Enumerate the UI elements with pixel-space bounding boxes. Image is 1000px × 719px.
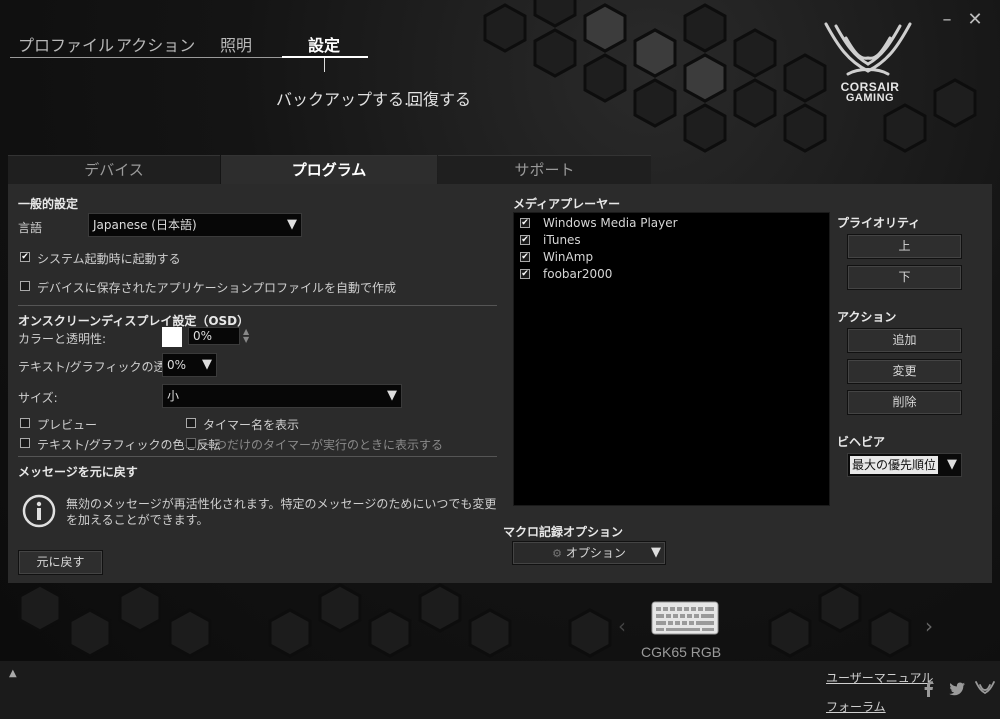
logo-text-gaming: GAMING (845, 92, 895, 104)
color-opacity-input[interactable]: 0% (188, 327, 240, 345)
single-timer-checkbox[interactable] (186, 438, 196, 448)
single-timer-label: 一つだけのタイマーが実行のときに表示する (203, 438, 444, 452)
corsair-logo-icon[interactable] (975, 681, 995, 697)
nav-tab-settings[interactable]: 設定 (308, 32, 340, 56)
behavior-dropdown[interactable]: 最大の優先順位 ▼ (847, 453, 962, 477)
invert-color-checkbox[interactable] (20, 438, 30, 448)
minimize-button[interactable]: – (937, 10, 957, 30)
size-label: サイズ: (18, 391, 58, 405)
media-player-checkbox[interactable]: ✔ (520, 252, 530, 262)
main-nav: プロファイル アクション 照明 設定 (10, 30, 368, 58)
language-dropdown[interactable]: Japanese (日本語) ▼ (88, 213, 302, 237)
device-bar (0, 583, 1000, 661)
timer-name-label: タイマー名を表示 (203, 418, 300, 432)
media-player-checkbox[interactable]: ✔ (520, 218, 530, 228)
info-icon (22, 494, 56, 528)
chevron-right-icon[interactable]: › (925, 614, 933, 638)
language-label: 言語 (18, 221, 43, 235)
collapse-arrow-icon[interactable]: ▲ (9, 668, 17, 679)
color-swatch[interactable] (162, 327, 182, 347)
gear-icon: ⚙ (552, 547, 563, 560)
autoprofile-checkbox[interactable] (20, 281, 30, 291)
chevron-left-icon[interactable]: ‹ (618, 614, 626, 638)
nav-pointer (324, 58, 325, 72)
color-opacity-value: 0% (193, 329, 213, 343)
priority-title: プライオリティ (837, 216, 921, 230)
revert-button[interactable]: 元に戻す (18, 550, 103, 575)
revert-info-text: 無効のメッセージが再活性化されます。特定のメッセージのためにいつでも変更を加える… (66, 497, 497, 527)
macro-options-label: オプション (565, 546, 626, 560)
priority-up-button[interactable]: 上 (847, 234, 962, 259)
autoprofile-label: デバイスに保存されたアプリケーションプロファイルを自動で作成 (37, 281, 397, 295)
size-value: 小 (167, 389, 180, 403)
opacity-stepper-icon[interactable]: ▲ ▼ (243, 328, 249, 344)
chevron-down-icon: ▼ (387, 388, 397, 403)
edit-button[interactable]: 変更 (847, 359, 962, 384)
priority-down-button[interactable]: 下 (847, 265, 962, 290)
timer-name-checkbox[interactable] (186, 418, 196, 428)
color-opacity-label: カラーと透明性: (18, 332, 107, 346)
media-player-name: WinAmp (543, 250, 594, 264)
nav-tab-action[interactable]: アクション (116, 32, 195, 56)
macro-options-button[interactable]: ⚙ オプション ▼ (512, 541, 666, 565)
action-title: アクション (837, 310, 897, 324)
twitter-icon[interactable] (948, 682, 966, 696)
general-settings-title: 一般的設定 (18, 197, 79, 211)
macro-options-title: マクロ記録オプション (503, 525, 624, 539)
media-player-checkbox[interactable]: ✔ (520, 235, 530, 245)
nav-tab-lighting[interactable]: 照明 (220, 32, 252, 56)
chevron-down-icon: ▼ (287, 217, 297, 232)
language-dropdown-value: Japanese (日本語) (93, 218, 197, 232)
user-manual-link[interactable]: ユーザーマニュアル (826, 669, 933, 686)
chevron-down-icon: ▼ (651, 545, 661, 560)
startup-checkbox[interactable]: ✔ (20, 252, 30, 262)
startup-label: システム起動時に起動する (37, 252, 181, 266)
tab-support[interactable]: サポート (438, 155, 651, 184)
settings-subtabs: デバイス プログラム サポート (8, 155, 651, 184)
tab-device[interactable]: デバイス (8, 155, 220, 184)
nav-active-indicator (282, 56, 368, 58)
preview-checkbox[interactable] (20, 418, 30, 428)
preview-label: プレビュー (37, 418, 98, 432)
media-player-name: iTunes (543, 233, 581, 247)
facebook-icon[interactable] (922, 681, 936, 697)
restore-link[interactable]: 回復する (407, 86, 471, 110)
media-player-title: メディアプレーヤー (513, 197, 621, 211)
media-player-list[interactable]: ✔ Windows Media Player ✔ iTunes ✔ WinAmp… (513, 212, 830, 506)
close-button[interactable]: ✕ (965, 10, 985, 30)
chevron-down-icon: ▼ (947, 457, 957, 472)
behavior-value: 最大の優先順位 (850, 456, 939, 474)
divider (18, 456, 497, 457)
media-player-name: foobar2000 (543, 267, 613, 281)
media-player-checkbox[interactable]: ✔ (520, 269, 530, 279)
device-name: CGK65 RGB (641, 644, 722, 660)
media-player-name: Windows Media Player (543, 216, 678, 230)
chevron-down-icon: ▼ (202, 357, 212, 372)
forum-link[interactable]: フォーラム (826, 698, 886, 715)
size-dropdown[interactable]: 小 ▼ (162, 384, 402, 408)
text-opacity-value: 0% (167, 358, 187, 372)
delete-button[interactable]: 削除 (847, 390, 962, 415)
tab-program[interactable]: プログラム (221, 155, 437, 184)
keyboard-icon[interactable] (650, 600, 720, 636)
text-opacity-dropdown[interactable]: 0% ▼ (162, 353, 217, 377)
add-button[interactable]: 追加 (847, 328, 962, 353)
revert-messages-title: メッセージを元に戻す (18, 465, 138, 479)
divider (18, 305, 497, 306)
nav-tab-profile[interactable]: プロファイル (18, 32, 114, 56)
behavior-title: ビヘビア (837, 435, 886, 449)
backup-link[interactable]: バックアップする... (276, 86, 419, 110)
